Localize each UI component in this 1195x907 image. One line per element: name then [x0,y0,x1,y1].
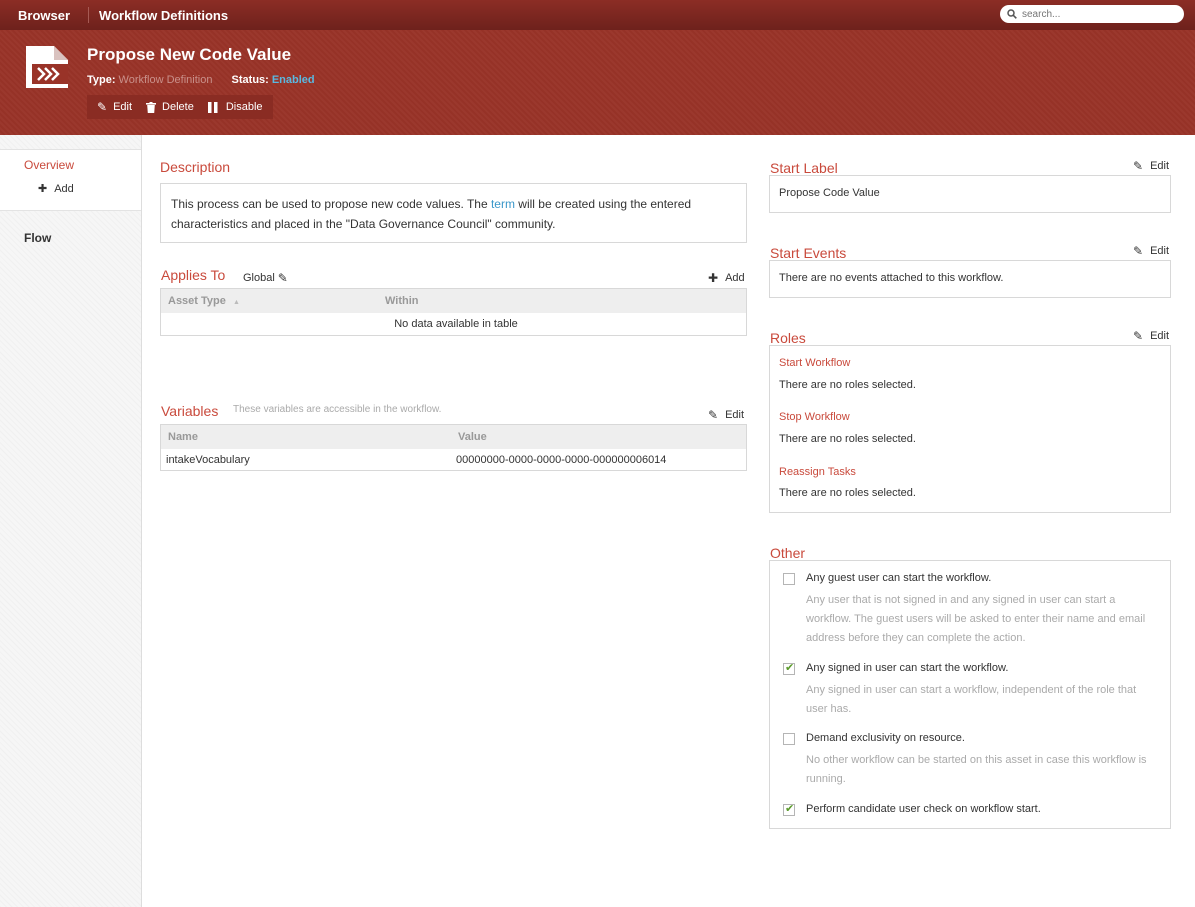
option-description: Any signed in user can start a workflow,… [806,684,1137,715]
role-label-stop-workflow: Stop Workflow [779,411,850,423]
option-label: Any signed in user can start the workflo… [806,662,1009,674]
applies-to-title: Applies To [161,267,226,283]
start-events-edit-button[interactable]: ✎ Edit [1133,244,1169,258]
plus-icon: ✚ [38,183,48,195]
start-events-panel: There are no events attached to this wor… [769,260,1171,298]
type-value[interactable]: Workflow Definition [119,74,213,86]
sort-icon: ▲ [232,299,240,306]
start-events-edit-label: Edit [1150,245,1170,257]
role-text-reassign-tasks: There are no roles selected. [779,487,916,499]
description-text-part: This process can be used to propose new … [171,197,491,211]
other-title: Other [770,545,806,561]
sidebar-item-overview[interactable]: Overview [24,158,74,172]
workflow-document-icon [26,46,68,88]
role-text-stop-workflow: There are no roles selected. [779,433,916,445]
column-header-name[interactable]: Name [161,425,451,449]
start-label-title: Start Label [770,160,838,176]
sidebar-add-button[interactable]: ✚ Add [38,182,74,195]
applies-to-add-button[interactable]: ✚ Add [708,271,745,285]
applies-to-table: Asset Type ▲ Within No data available in… [160,288,747,336]
description-title: Description [160,159,231,175]
edit-button-label: Edit [113,101,133,113]
sidebar-add-label: Add [54,183,74,195]
variable-name: intakeVocabulary [166,453,250,466]
asset-meta: Type: Workflow Definition Status: Enabled [87,74,315,86]
empty-table-message: No data available in table [394,317,518,330]
roles-edit-button[interactable]: ✎ Edit [1133,329,1169,343]
pencil-icon: ✎ [277,271,288,285]
scope-label: Global [243,272,275,284]
disable-button[interactable]: Disable [207,101,263,113]
page-title: Propose New Code Value [87,45,292,64]
column-header-within[interactable]: Within [378,289,746,313]
top-navigation-bar: Browser Workflow Definitions [0,0,1195,30]
roles-panel: Start Workflow There are no roles select… [769,345,1171,513]
signed-in-user-checkbox[interactable] [783,661,795,675]
search-icon [1007,9,1017,19]
header-actions: ✎ Edit Delete Disable [87,95,273,119]
candidate-check-checkbox[interactable] [783,802,795,816]
option-description: No other workflow can be started on this… [806,754,1147,785]
start-label-value: Propose Code Value [779,187,880,199]
role-label-reassign-tasks: Reassign Tasks [779,466,856,478]
table-row: intakeVocabulary 00000000-0000-0000-0000… [161,449,746,470]
delete-button-label: Delete [162,101,194,113]
variables-hint: These variables are accessible in the wo… [233,404,442,415]
workflow-definitions-link[interactable]: Workflow Definitions [99,8,228,23]
variables-table: Name Value intakeVocabulary 00000000-000… [160,424,747,471]
variable-value: 00000000-0000-0000-0000-000000006014 [456,453,667,466]
roles-edit-label: Edit [1150,330,1170,342]
start-events-title: Start Events [770,245,847,261]
disable-button-label: Disable [225,101,263,113]
description-panel: This process can be used to propose new … [160,183,747,243]
term-link[interactable]: term [491,197,515,211]
start-events-value: There are no events attached to this wor… [779,272,1004,284]
sidebar: Overview ✚ Add Flow [0,135,142,907]
roles-title: Roles [770,330,806,346]
start-label-panel: Propose Code Value [769,175,1171,213]
sidebar-item-flow[interactable]: Flow [24,231,51,245]
topbar-divider [88,7,90,23]
delete-button[interactable]: Delete [146,101,194,113]
option-description: Any user that is not signed in and any s… [806,594,1146,644]
pencil-icon: ✎ [708,408,719,422]
pencil-icon: ✎ [1133,159,1144,173]
variables-title: Variables [161,403,219,419]
variables-edit-label: Edit [725,409,745,421]
demand-exclusivity-checkbox[interactable] [783,733,795,745]
trash-icon [146,101,157,113]
column-header-asset-type[interactable]: Asset Type ▲ [161,289,378,313]
page-header: Propose New Code Value Type: Workflow Def… [0,30,1195,135]
option-label: Demand exclusivity on resource. [806,732,965,744]
applies-to-scope[interactable]: Global ✎ [243,271,288,285]
pencil-icon: ✎ [97,100,108,114]
guest-user-checkbox[interactable] [783,573,795,585]
browser-link[interactable]: Browser [18,8,70,23]
pencil-icon: ✎ [1133,329,1144,343]
edit-button[interactable]: ✎ Edit [97,100,132,114]
description-text: This process can be used to propose new … [161,184,746,244]
asset-type-header-label: Asset Type [168,295,226,307]
pencil-icon: ✎ [1133,244,1144,258]
status-value: Enabled [271,74,315,86]
column-header-value[interactable]: Value [451,425,746,449]
search-box [1000,5,1184,23]
search-input[interactable] [1022,8,1172,20]
plus-icon: ✚ [708,271,719,285]
role-text-start-workflow: There are no roles selected. [779,379,916,391]
other-panel: Any guest user can start the workflow. A… [769,560,1171,829]
applies-to-add-label: Add [725,272,745,284]
type-label: Type: [87,74,116,86]
start-label-edit-label: Edit [1150,160,1170,172]
pause-icon [207,101,218,113]
start-label-edit-button[interactable]: ✎ Edit [1133,159,1169,173]
status-label: Status: [231,74,269,86]
variables-edit-button[interactable]: ✎ Edit [708,408,744,422]
role-label-start-workflow: Start Workflow [779,357,851,369]
option-label: Any guest user can start the workflow. [806,572,992,584]
option-label: Perform candidate user check on workflow… [806,803,1041,815]
